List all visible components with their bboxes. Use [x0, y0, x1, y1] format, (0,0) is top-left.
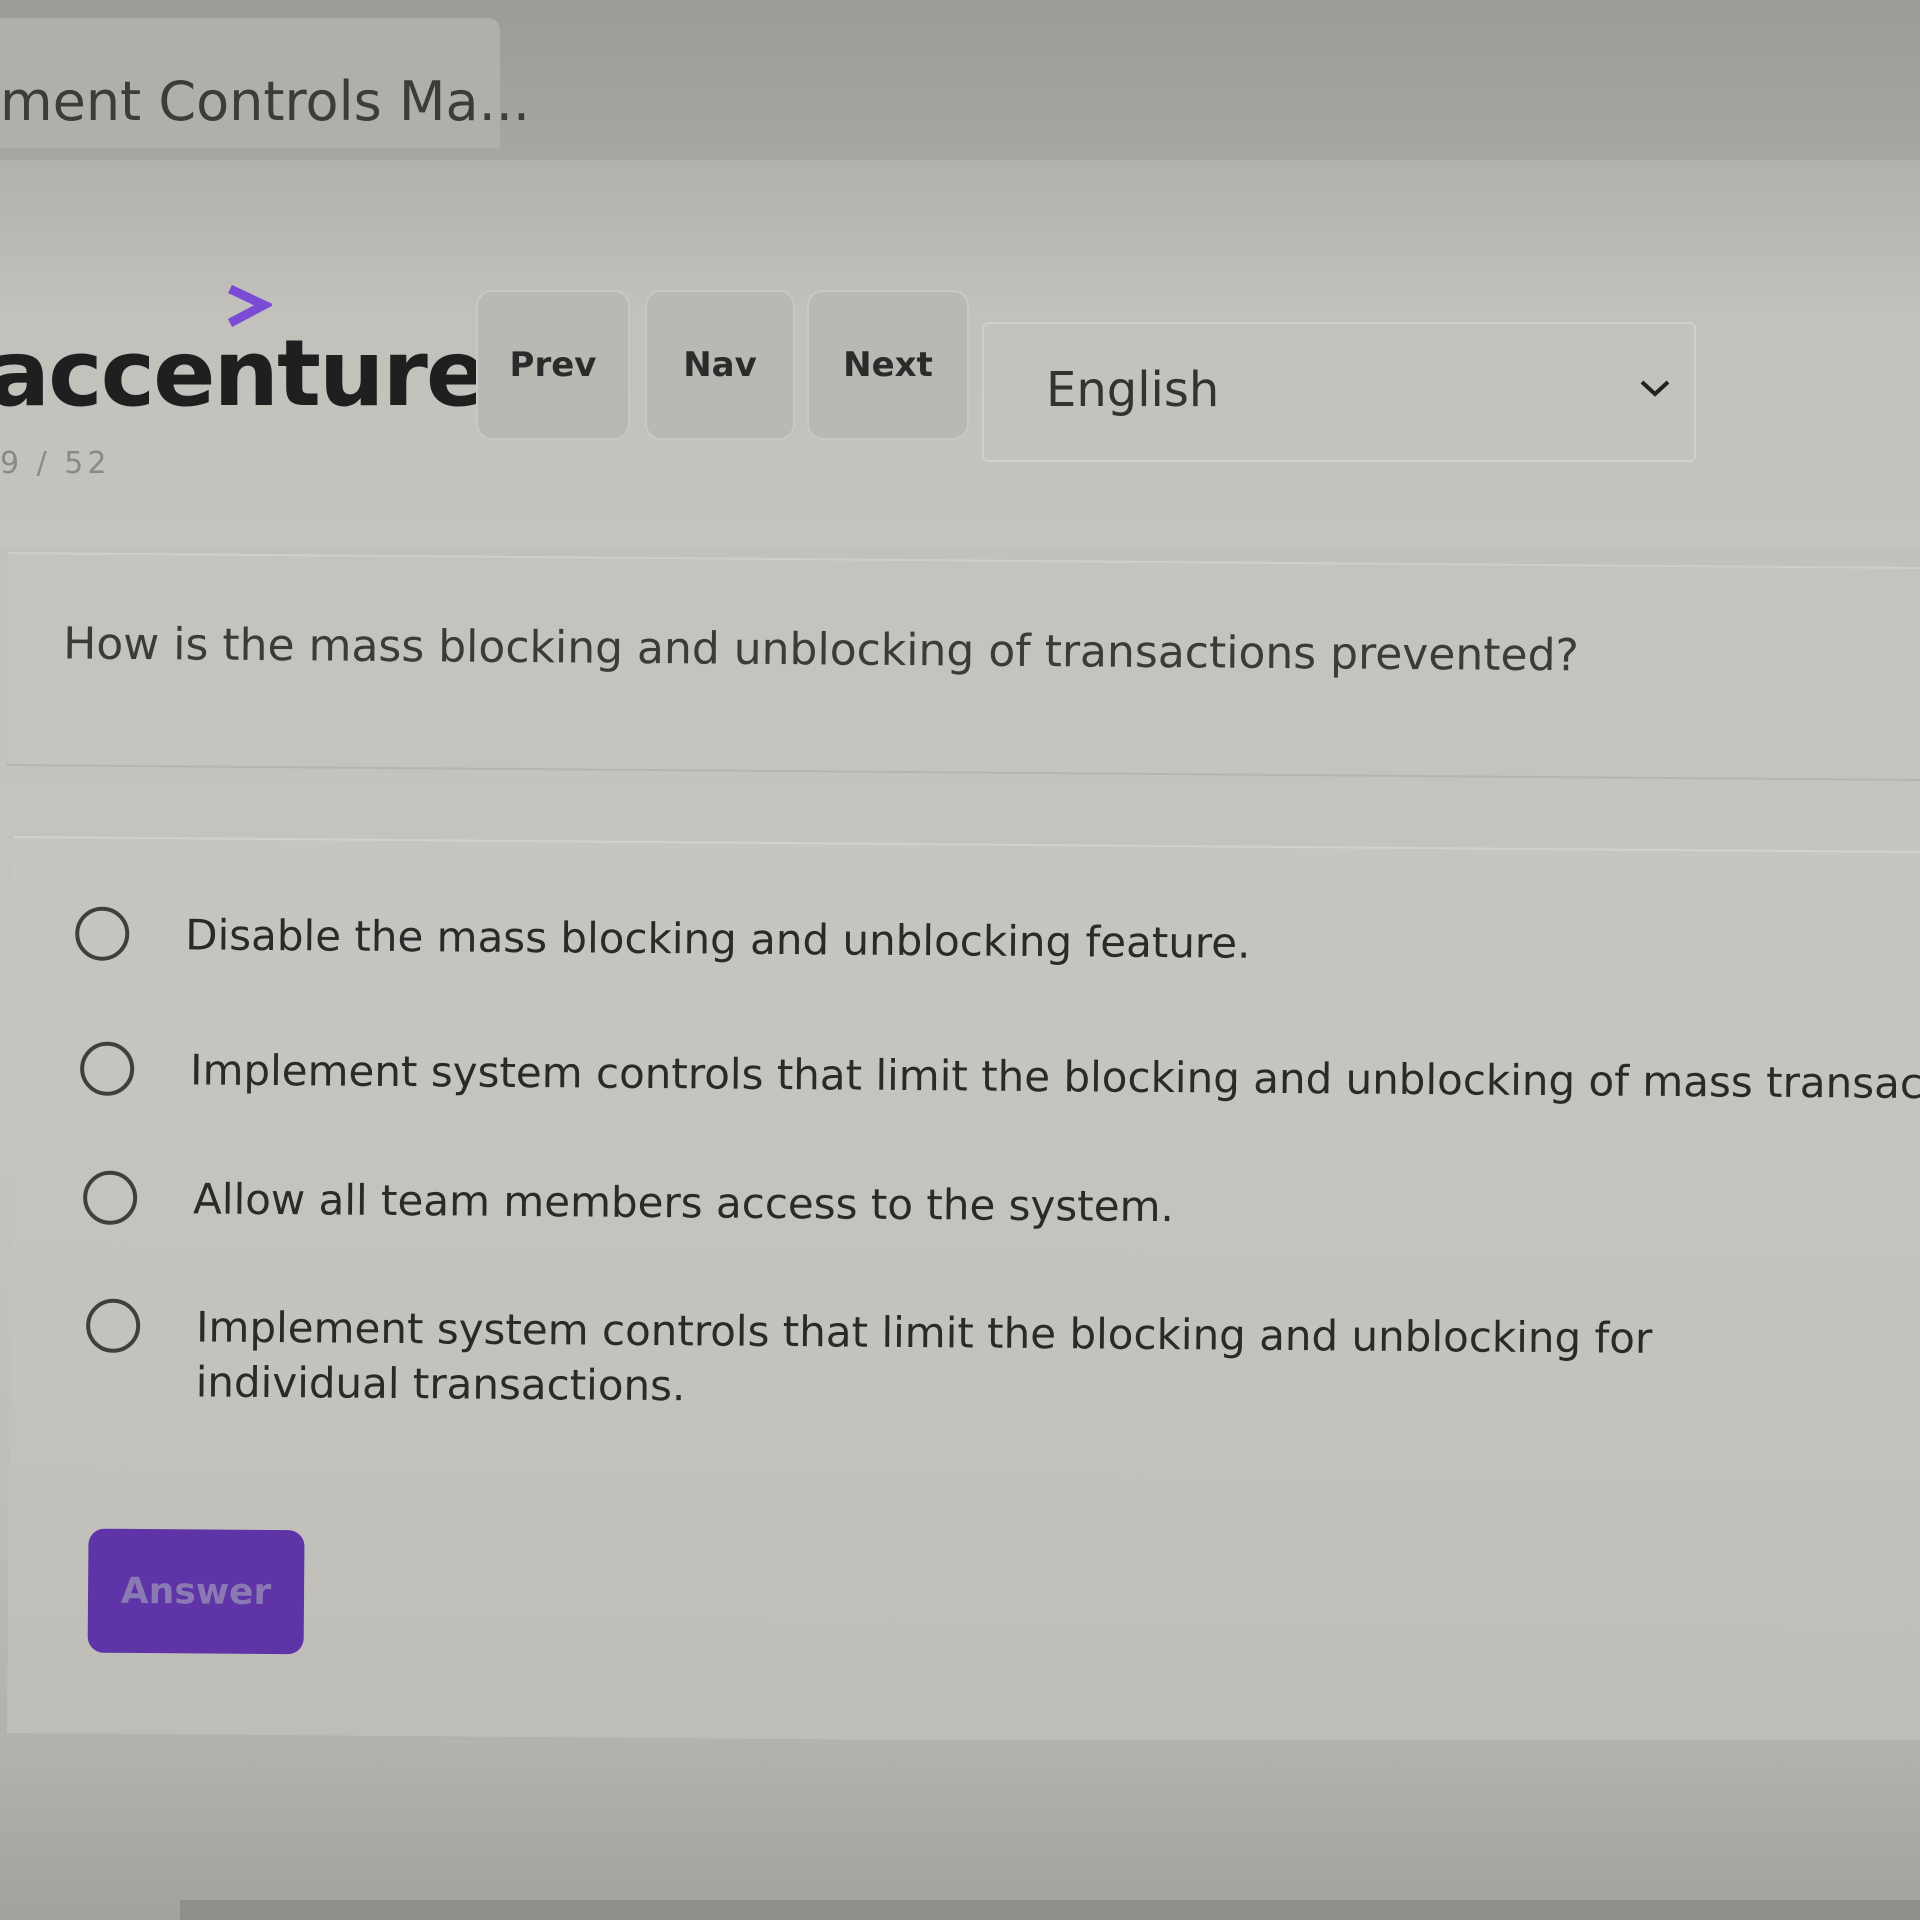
option-label: Implement system controls that limit the… [195, 1302, 1653, 1411]
option-label: Disable the mass blocking and unblocking… [185, 910, 1251, 968]
browser-tab-title: ment Controls Ma... [0, 70, 531, 133]
options-card: Disable the mass blocking and unblocking… [6, 836, 1920, 1749]
option-label: Implement system controls that limit the… [189, 1045, 1920, 1109]
browser-tab-strip: ment Controls Ma... [0, 0, 1920, 160]
logo: accenture [0, 320, 488, 427]
radio-button[interactable] [75, 906, 130, 961]
browser-tab[interactable]: ment Controls Ma... [0, 18, 530, 148]
next-button[interactable]: Next [807, 290, 969, 440]
prev-button[interactable]: Prev [476, 290, 630, 440]
question-text: How is the mass blocking and unblocking … [63, 618, 1580, 682]
option-label: Allow all team members access to the sys… [192, 1174, 1175, 1232]
bottom-area [0, 1740, 1920, 1920]
chevron-down-icon [1640, 380, 1670, 397]
radio-button[interactable] [79, 1041, 135, 1096]
question-counter: 9 / 52 [0, 446, 111, 481]
language-select-value: English [1046, 362, 1220, 418]
answer-button[interactable]: Answer [87, 1528, 305, 1655]
radio-button[interactable] [85, 1298, 141, 1354]
screen: ment Controls Ma... accenture 9 / 52 Pre… [0, 0, 1920, 1920]
bottom-bar [180, 1900, 1920, 1920]
question-card: How is the mass blocking and unblocking … [6, 552, 1920, 782]
radio-button[interactable] [82, 1170, 138, 1225]
nav-button[interactable]: Nav [645, 290, 795, 440]
language-select[interactable]: English [982, 322, 1696, 462]
